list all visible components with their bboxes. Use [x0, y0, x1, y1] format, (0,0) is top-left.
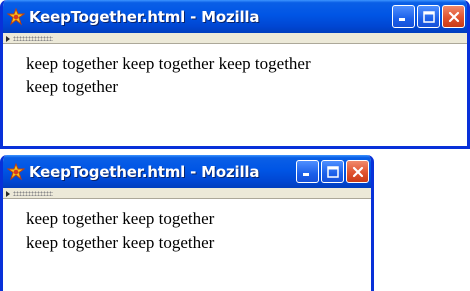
window-controls: [392, 5, 465, 28]
minimize-button[interactable]: [392, 5, 415, 28]
page-content: keep together keep together keep togethe…: [26, 52, 459, 98]
title-bar[interactable]: KeepTogether.html - Mozilla: [3, 0, 467, 33]
grip-dots-icon: [13, 36, 53, 41]
content-line: keep together keep together: [26, 233, 215, 252]
content-line: keep together keep together keep togethe…: [26, 54, 311, 73]
maximize-icon: [326, 165, 339, 178]
close-icon: [352, 166, 363, 177]
mozilla-icon: [7, 7, 25, 25]
page-content: keep together keep together keep togethe…: [26, 207, 363, 255]
toolbar-grip[interactable]: [6, 190, 56, 197]
collapsed-toolbar[interactable]: [3, 33, 467, 44]
minimize-icon: [399, 18, 405, 21]
close-button[interactable]: [346, 160, 369, 183]
toolbar-grip[interactable]: [6, 35, 56, 42]
window-title: KeepTogether.html - Mozilla: [29, 162, 260, 181]
browser-window-narrow: KeepTogether.html - Mozilla keep togethe…: [0, 155, 374, 291]
window-controls: [296, 160, 369, 183]
maximize-button[interactable]: [417, 5, 440, 28]
content-line: keep together: [26, 77, 119, 96]
collapsed-toolbar[interactable]: [3, 188, 371, 199]
browser-window-wide: KeepTogether.html - Mozilla keep togethe…: [0, 0, 470, 149]
close-button[interactable]: [442, 5, 465, 28]
minimize-icon: [303, 173, 309, 176]
maximize-icon: [422, 10, 435, 23]
close-icon: [448, 11, 459, 22]
expand-arrow-icon: [6, 35, 10, 42]
minimize-button[interactable]: [296, 160, 319, 183]
window-title: KeepTogether.html - Mozilla: [29, 7, 260, 26]
expand-arrow-icon: [6, 190, 10, 197]
grip-dots-icon: [13, 191, 53, 196]
maximize-button[interactable]: [321, 160, 344, 183]
title-bar[interactable]: KeepTogether.html - Mozilla: [3, 155, 371, 188]
mozilla-icon: [7, 162, 25, 180]
content-line: keep together keep together: [26, 209, 215, 228]
